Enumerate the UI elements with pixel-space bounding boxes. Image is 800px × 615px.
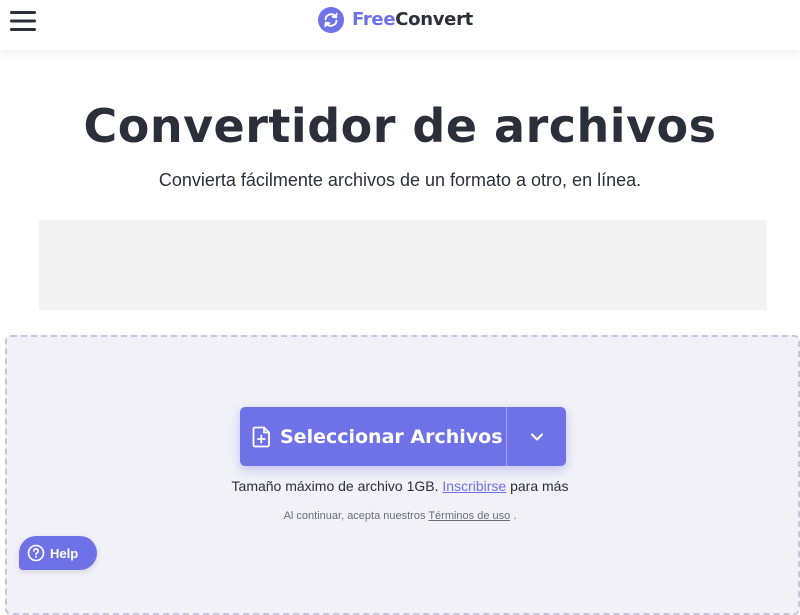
upload-source-dropdown-button[interactable] bbox=[507, 407, 566, 466]
file-plus-icon bbox=[252, 426, 270, 447]
top-header: FreeConvert bbox=[0, 0, 800, 50]
file-dropzone[interactable] bbox=[5, 335, 800, 615]
max-size-note: Tamaño máximo de archivo 1GB. Inscribirs… bbox=[0, 476, 800, 496]
page-subtitle: Convierta fácilmente archivos de un form… bbox=[158, 170, 642, 190]
select-files-label: Seleccionar Archivos bbox=[280, 425, 503, 448]
brand-name: FreeConvert bbox=[352, 7, 473, 33]
brand-free-text: Free bbox=[352, 9, 396, 30]
select-files-button-group: Seleccionar Archivos bbox=[240, 407, 566, 466]
terms-of-use-link[interactable]: Términos de uso bbox=[428, 510, 510, 522]
page-title: Convertidor de archivos bbox=[83, 99, 717, 153]
question-circle-icon bbox=[27, 544, 45, 562]
refresh-circle-icon bbox=[318, 7, 344, 33]
terms-prefix: Al continuar, acepta nuestros bbox=[283, 510, 429, 522]
ad-placeholder bbox=[39, 220, 767, 310]
brand-convert-text: Convert bbox=[395, 9, 473, 30]
chevron-down-icon bbox=[530, 433, 543, 440]
help-label: Help bbox=[50, 545, 79, 561]
max-size-suffix: para más bbox=[506, 478, 569, 494]
terms-suffix: . bbox=[510, 510, 517, 522]
select-files-button[interactable]: Seleccionar Archivos bbox=[240, 407, 506, 466]
terms-note: Al continuar, acepta nuestros Términos d… bbox=[0, 508, 800, 524]
hamburger-menu-icon[interactable] bbox=[10, 8, 36, 34]
signup-link[interactable]: Inscribirse bbox=[442, 478, 506, 494]
brand-logo-link[interactable]: FreeConvert bbox=[318, 7, 473, 33]
help-button[interactable]: Help bbox=[19, 536, 97, 570]
max-size-text: Tamaño máximo de archivo 1GB. bbox=[231, 478, 443, 494]
